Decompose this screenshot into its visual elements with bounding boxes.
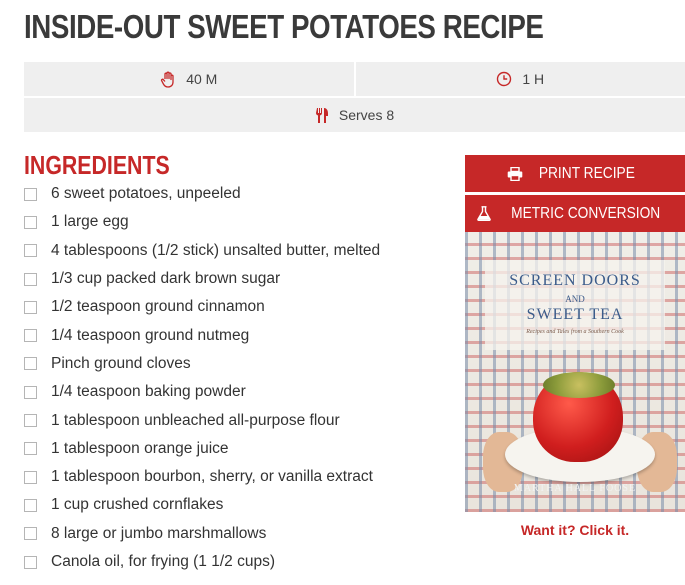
ingredient-text: 4 tablespoons (1/2 stick) unsalted butte… (51, 241, 381, 259)
ingredient-item[interactable]: 1 large egg (24, 208, 380, 236)
ingredient-checkbox[interactable] (24, 555, 37, 569)
ingredient-checkbox[interactable] (24, 244, 37, 258)
recipe-meta: 40 M 1 H Serves 8 (24, 62, 685, 132)
ingredient-checkbox[interactable] (24, 215, 37, 229)
metric-conversion-label: METRIC CONVERSION (511, 204, 661, 222)
ingredient-item[interactable]: Pinch ground cloves (24, 350, 380, 378)
recipe-sidebar: PRINT RECIPE METRIC CONVERSION SCREEN DO… (465, 155, 685, 538)
total-time: 1 H (353, 62, 685, 96)
ingredient-checkbox[interactable] (24, 498, 37, 512)
ingredient-item[interactable]: 1/3 cup packed dark brown sugar (24, 265, 380, 293)
ingredient-checkbox[interactable] (24, 527, 37, 541)
ingredient-item[interactable]: 1 tablespoon unbleached all-purpose flou… (24, 406, 380, 434)
meta-row-serves: Serves 8 (24, 98, 685, 132)
hand-icon (160, 71, 176, 88)
ingredient-checkbox[interactable] (24, 187, 37, 201)
recipe-title: INSIDE-OUT SWEET POTATOES RECIPE (24, 8, 544, 45)
print-recipe-button[interactable]: PRINT RECIPE (465, 155, 685, 192)
ingredient-item[interactable]: 1 tablespoon orange juice (24, 435, 380, 463)
ingredient-text: 1/2 teaspoon ground cinnamon (51, 298, 265, 316)
prep-time-value: 40 M (186, 71, 218, 87)
ingredient-item[interactable]: 1 cup crushed cornflakes (24, 491, 380, 519)
ingredients-heading: INGREDIENTS (24, 150, 170, 180)
ingredient-text: 8 large or jumbo marshmallows (51, 524, 267, 542)
ingredient-item[interactable]: 8 large or jumbo marshmallows (24, 520, 380, 548)
book-title-and: AND (565, 294, 585, 304)
ingredient-text: 1 large egg (51, 213, 129, 231)
ingredient-item[interactable]: 1/4 teaspoon ground nutmeg (24, 321, 380, 349)
ingredient-item[interactable]: 1 tablespoon bourbon, sherry, or vanilla… (24, 463, 380, 491)
ingredient-checkbox[interactable] (24, 414, 37, 428)
book-subtitle: Recipes and Tales from a Southern Cook (526, 329, 624, 335)
prep-time: 40 M (24, 62, 354, 96)
buy-book-link[interactable]: Want it? Click it. (465, 522, 685, 538)
servings: Serves 8 (24, 98, 685, 132)
metric-conversion-button[interactable]: METRIC CONVERSION (465, 195, 685, 232)
ingredient-item[interactable]: 1/4 teaspoon baking powder (24, 378, 380, 406)
cookbook-cover-image[interactable]: SCREEN DOORS AND SWEET TEA Recipes and T… (465, 232, 685, 512)
ingredient-text: 1 tablespoon orange juice (51, 439, 229, 457)
ingredient-text: 1 cup crushed cornflakes (51, 496, 224, 514)
ingredient-text: Canola oil, for frying (1 1/2 cups) (51, 553, 275, 570)
ingredient-item[interactable]: 4 tablespoons (1/2 stick) unsalted butte… (24, 237, 380, 265)
clock-icon (496, 71, 512, 87)
ingredient-checkbox[interactable] (24, 442, 37, 456)
ingredient-checkbox[interactable] (24, 470, 37, 484)
book-title-line1: SCREEN DOORS (509, 272, 641, 289)
ingredient-checkbox[interactable] (24, 385, 37, 399)
ingredient-item[interactable]: Canola oil, for frying (1 1/2 cups) (24, 548, 380, 576)
meta-row-times: 40 M 1 H (24, 62, 685, 96)
ingredient-text: Pinch ground cloves (51, 354, 191, 372)
cover-tomato-filling (543, 372, 615, 398)
ingredient-checkbox[interactable] (24, 357, 37, 371)
print-recipe-label: PRINT RECIPE (538, 164, 636, 182)
book-title-line2: SWEET TEA (526, 306, 624, 323)
ingredient-text: 1/4 teaspoon baking powder (51, 383, 246, 401)
ingredient-text: 1/4 teaspoon ground nutmeg (51, 326, 250, 344)
ingredient-item[interactable]: 6 sweet potatoes, unpeeled (24, 180, 380, 208)
printer-icon (507, 166, 523, 181)
servings-value: Serves 8 (338, 107, 395, 123)
ingredient-checkbox[interactable] (24, 272, 37, 286)
book-author: MARTHA HALL FOOSE (513, 483, 637, 494)
ingredient-text: 1/3 cup packed dark brown sugar (51, 270, 281, 288)
ingredient-text: 1 tablespoon unbleached all-purpose flou… (51, 411, 340, 429)
ingredient-text: 1 tablespoon bourbon, sherry, or vanilla… (51, 468, 373, 486)
ingredient-list: 6 sweet potatoes, unpeeled 1 large egg 4… (24, 180, 380, 576)
ingredient-checkbox[interactable] (24, 300, 37, 314)
ingredient-text: 6 sweet potatoes, unpeeled (51, 185, 241, 203)
utensils-icon (315, 107, 329, 124)
total-time-value: 1 H (522, 71, 545, 87)
ingredient-checkbox[interactable] (24, 329, 37, 343)
ingredient-item[interactable]: 1/2 teaspoon ground cinnamon (24, 293, 380, 321)
flask-icon (477, 206, 492, 221)
